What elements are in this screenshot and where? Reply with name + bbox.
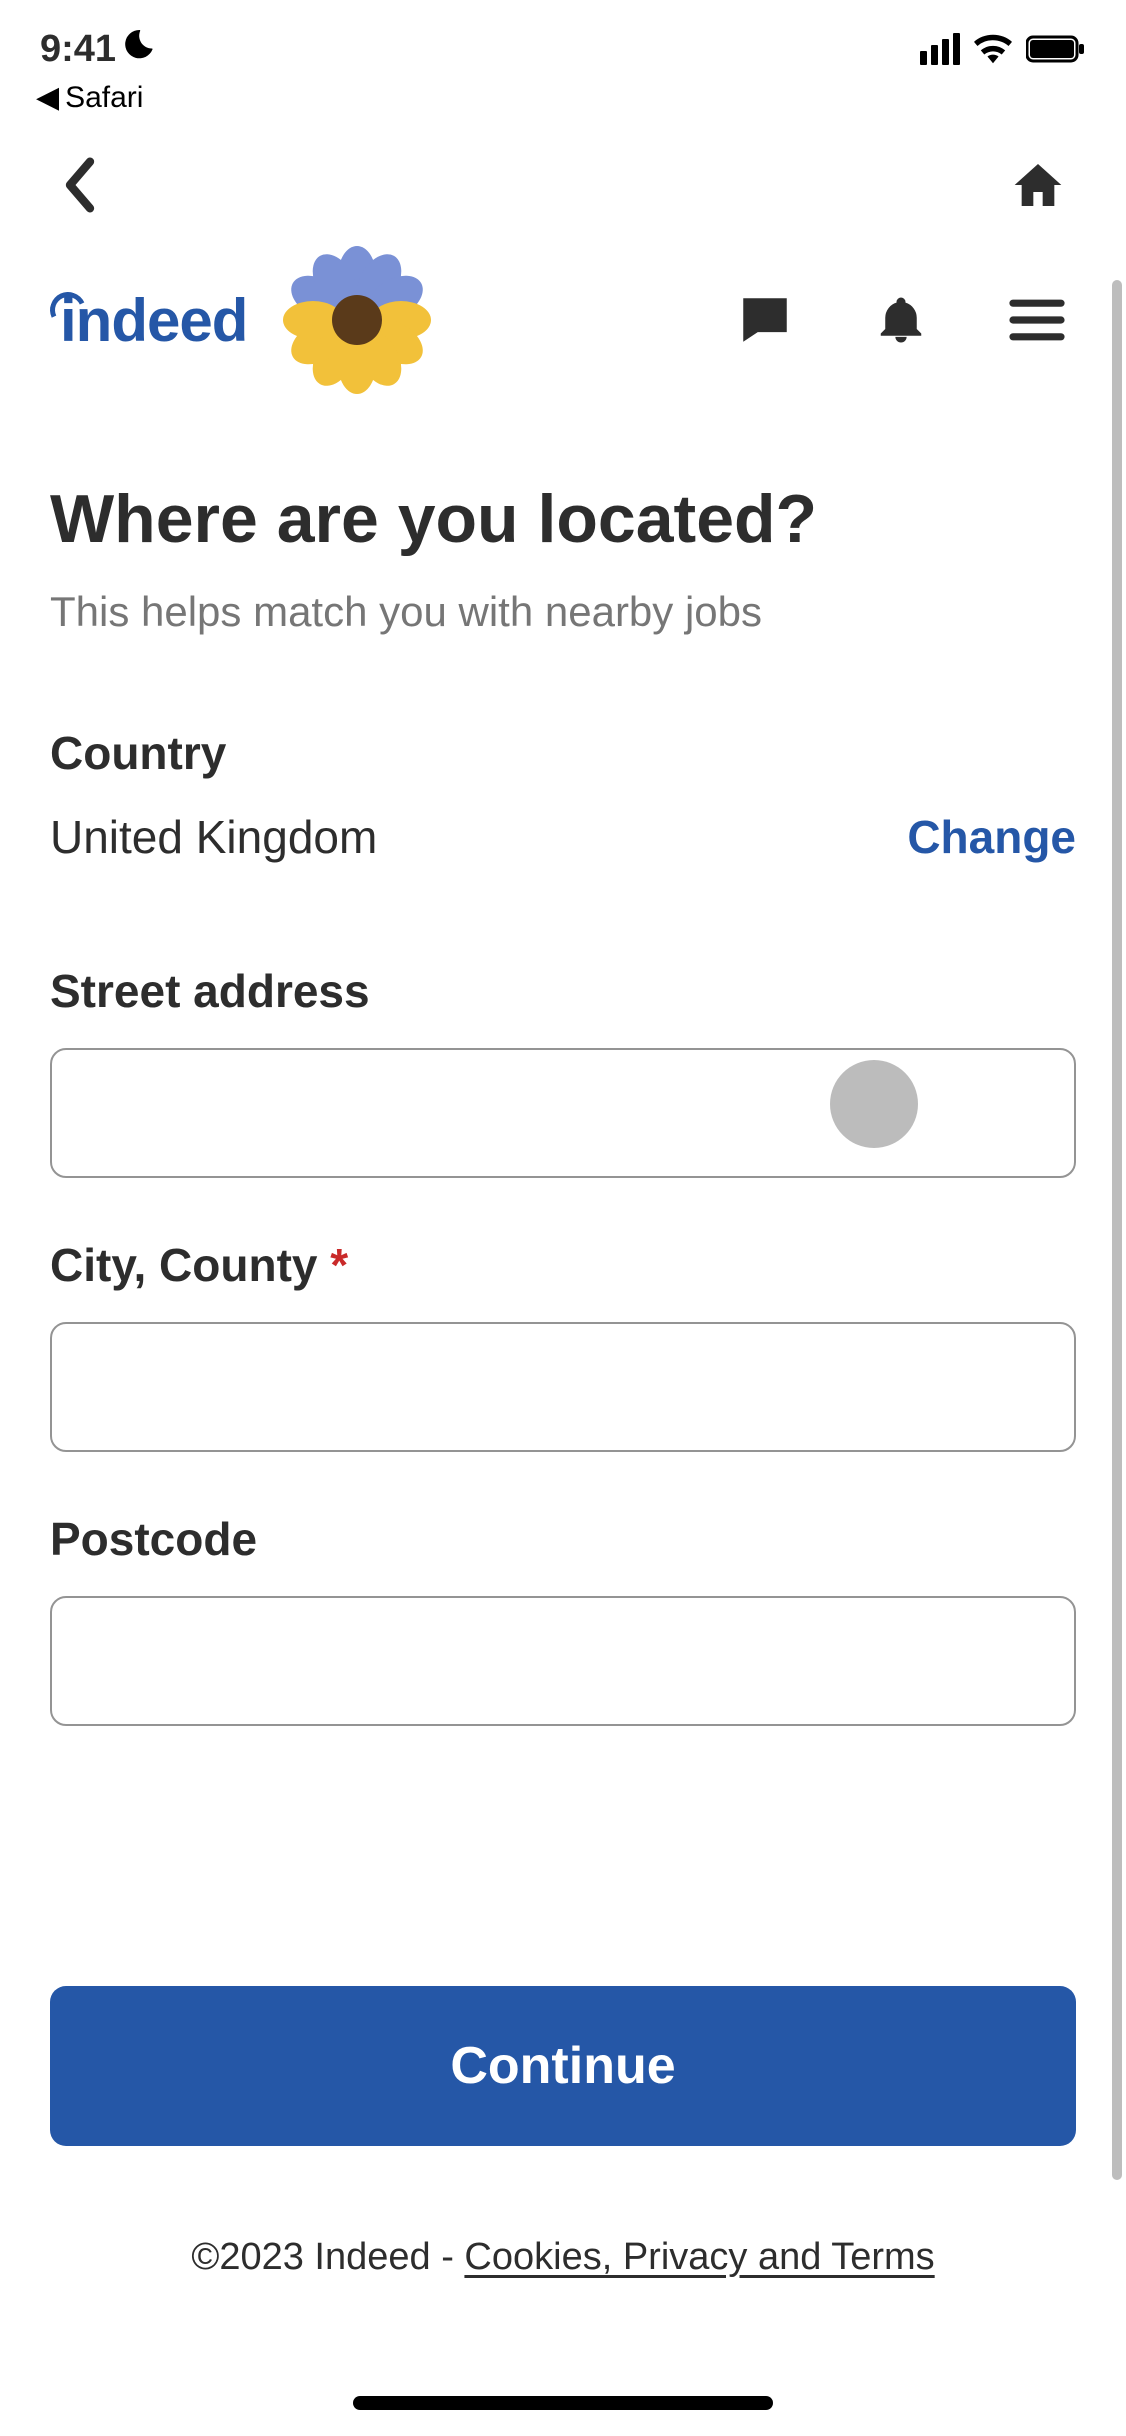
status-time: 9:41	[40, 28, 116, 71]
city-county-label: City, County *	[50, 1238, 1076, 1292]
status-bar: 9:41	[0, 0, 1126, 80]
country-label: Country	[50, 726, 1076, 780]
city-county-group: City, County *	[50, 1238, 1076, 1452]
brand-row: indeed	[0, 240, 1126, 420]
messages-icon[interactable]	[736, 291, 794, 349]
postcode-group: Postcode	[50, 1512, 1076, 1726]
sunflower-icon	[287, 250, 427, 390]
home-indicator[interactable]	[353, 2396, 773, 2410]
page-subtitle: This helps match you with nearby jobs	[50, 588, 1076, 636]
footer: ©2023 Indeed - Cookies, Privacy and Term…	[0, 2236, 1126, 2279]
street-address-label: Street address	[50, 964, 1076, 1018]
street-address-group: Street address	[50, 964, 1076, 1178]
menu-icon[interactable]	[1008, 296, 1066, 344]
battery-icon	[1026, 34, 1086, 64]
street-address-input[interactable]	[50, 1048, 1076, 1178]
indeed-logo[interactable]: indeed	[60, 286, 247, 355]
country-value: United Kingdom	[50, 810, 377, 864]
wifi-icon	[974, 34, 1012, 64]
footer-copyright: ©2023 Indeed -	[191, 2236, 464, 2278]
safari-back-label: Safari	[65, 81, 143, 115]
home-button[interactable]	[1010, 157, 1066, 218]
caret-left-icon: ◀	[36, 80, 59, 115]
city-county-input[interactable]	[50, 1322, 1076, 1452]
postcode-input[interactable]	[50, 1596, 1076, 1726]
do-not-disturb-icon	[122, 27, 156, 71]
city-county-label-text: City, County	[50, 1239, 317, 1291]
notifications-icon[interactable]	[874, 291, 928, 349]
touch-indicator	[830, 1060, 918, 1148]
footer-links[interactable]: Cookies, Privacy and Terms	[464, 2236, 934, 2278]
back-button[interactable]	[60, 155, 100, 220]
required-star-icon: *	[330, 1239, 348, 1291]
main-content: Where are you located? This helps match …	[0, 420, 1126, 1726]
scrollbar[interactable]	[1112, 280, 1122, 2180]
continue-button[interactable]: Continue	[50, 1986, 1076, 2146]
page-title: Where are you located?	[50, 480, 1076, 558]
cellular-signal-icon	[920, 33, 960, 65]
app-nav	[0, 125, 1126, 240]
change-country-link[interactable]: Change	[907, 810, 1076, 864]
postcode-label: Postcode	[50, 1512, 1076, 1566]
safari-back-link[interactable]: ◀ Safari	[0, 80, 1126, 125]
